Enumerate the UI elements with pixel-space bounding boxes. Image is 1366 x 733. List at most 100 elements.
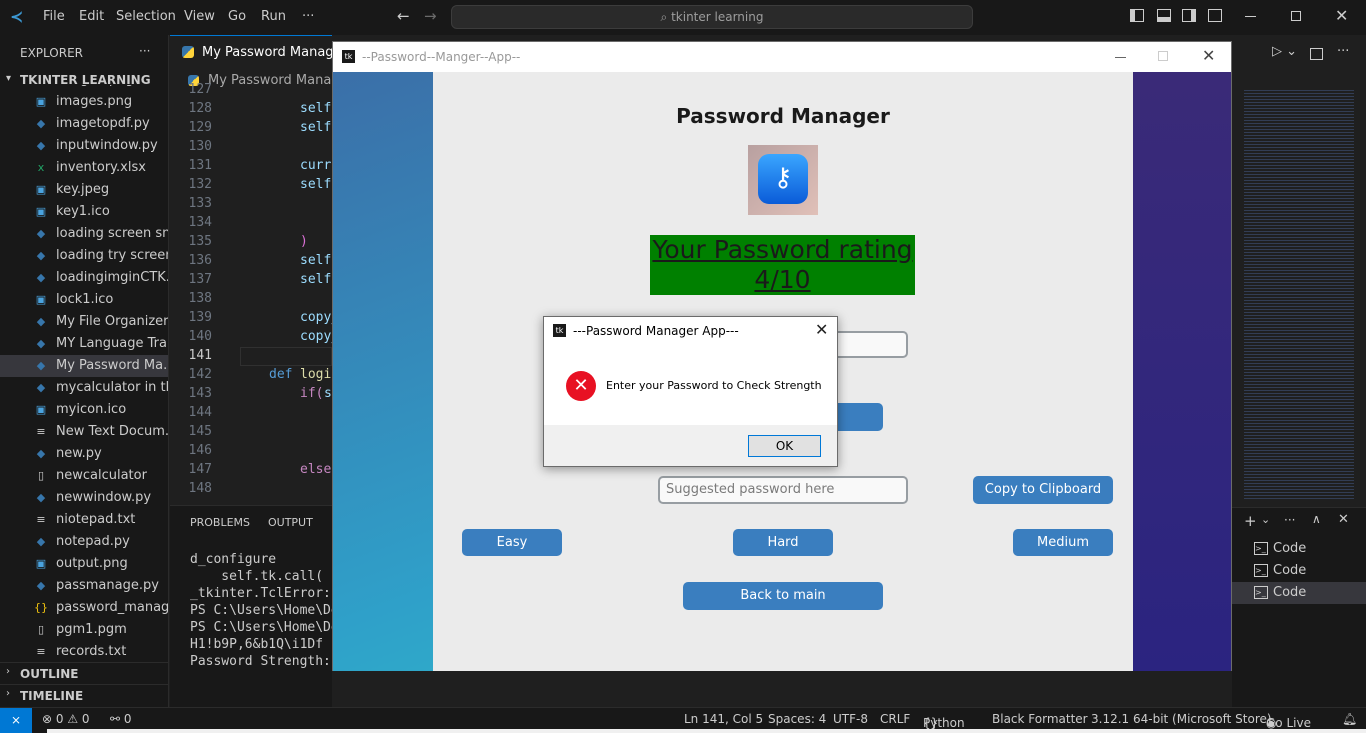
ports-indicator[interactable]: ⚯ 0 bbox=[110, 712, 132, 726]
dialog-title: ---Password Manager App--- bbox=[573, 324, 739, 338]
back-to-main-button[interactable]: Back to main bbox=[683, 582, 883, 610]
tab-problems[interactable]: PROBLEMS bbox=[190, 516, 250, 529]
cursor-position[interactable]: Ln 141, Col 5 bbox=[684, 712, 763, 726]
explorer-file-item[interactable]: ▣ key1.ico bbox=[0, 201, 168, 223]
problems-indicator[interactable]: ⊗ 0 ⚠ 0 bbox=[42, 712, 90, 726]
explorer-more-icon[interactable]: ··· bbox=[139, 44, 150, 58]
notifications-bell-icon[interactable]: 🔔︎ bbox=[1342, 712, 1357, 726]
explorer-file-item[interactable]: ◆ imagetopdf.py bbox=[0, 113, 168, 135]
image-file-icon: ▣ bbox=[35, 205, 47, 218]
timeline-section[interactable]: › TIMELINE bbox=[0, 684, 169, 706]
title-bar: ≺ File Edit Selection View Go Run ··· ← … bbox=[0, 0, 1366, 35]
command-center-search[interactable]: ⌕ tkinter learning bbox=[451, 5, 973, 29]
close-panel-icon[interactable]: ✕ bbox=[1338, 512, 1349, 527]
menu-selection[interactable]: Selection bbox=[116, 9, 176, 24]
explorer-file-item[interactable]: ▣ images.png bbox=[0, 91, 168, 113]
close-icon[interactable]: ✕ bbox=[815, 320, 828, 339]
explorer-file-item[interactable]: ◆ newwindow.py bbox=[0, 487, 168, 509]
terminal-panel[interactable]: PROBLEMS OUTPUT d_configure self.tk.call… bbox=[170, 505, 332, 707]
split-editor-icon[interactable] bbox=[1310, 48, 1323, 60]
explorer-file-item[interactable]: ◆ inputwindow.py bbox=[0, 135, 168, 157]
chevron-down-icon[interactable]: ▾ bbox=[6, 73, 11, 84]
medium-button[interactable]: Medium bbox=[1013, 529, 1113, 556]
explorer-file-item[interactable]: ≡ records.txt bbox=[0, 641, 168, 662]
menu-file[interactable]: File bbox=[43, 9, 65, 24]
more-actions-icon[interactable]: ··· bbox=[1337, 44, 1349, 59]
terminal-line: self.tk.call( bbox=[190, 569, 324, 584]
python-interpreter[interactable]: 3.12.1 64-bit (Microsoft Store) bbox=[1091, 712, 1272, 726]
restore-icon[interactable] bbox=[1291, 11, 1301, 21]
explorer-file-item[interactable]: ◆ My File Organizer.... bbox=[0, 311, 168, 333]
encoding[interactable]: UTF-8 bbox=[833, 712, 868, 726]
password-rating-banner: Your Password rating 4/10 bbox=[650, 235, 915, 295]
explorer-file-item[interactable]: ◆ new.py bbox=[0, 443, 168, 465]
hard-button[interactable]: Hard bbox=[733, 529, 833, 556]
chevron-down-icon[interactable]: ⌄ bbox=[1261, 513, 1270, 526]
explorer-file-item[interactable]: {} password_manag... bbox=[0, 597, 168, 619]
ok-button[interactable]: OK bbox=[748, 435, 821, 457]
explorer-file-item[interactable]: ◆ loading try screen... bbox=[0, 245, 168, 267]
minimap[interactable]: ▷ ⌄ ··· bbox=[1232, 44, 1366, 507]
explorer-file-item[interactable]: ◆ mycalculator in tk... bbox=[0, 377, 168, 399]
terminal-item[interactable]: >_ Code bbox=[1232, 538, 1366, 560]
file-name: New Text Docum... bbox=[56, 424, 168, 439]
code-line-131: curr bbox=[300, 158, 332, 173]
explorer-file-item[interactable]: ▯ newcalculator bbox=[0, 465, 168, 487]
copy-to-clipboard-button[interactable]: Copy to Clipboard bbox=[973, 476, 1113, 504]
explorer-file-item[interactable]: ◆ My Password Ma... bbox=[0, 355, 168, 377]
chevron-right-icon: › bbox=[6, 666, 10, 677]
menu-run[interactable]: Run bbox=[261, 9, 286, 24]
minimize-icon[interactable] bbox=[1245, 16, 1256, 17]
close-icon[interactable]: ✕ bbox=[1335, 6, 1348, 25]
line-endings[interactable]: CRLF bbox=[880, 712, 910, 726]
explorer-file-item[interactable]: ▯ pgm1.pgm bbox=[0, 619, 168, 641]
terminal-item-active[interactable]: >_ Code bbox=[1232, 582, 1366, 604]
menu-edit[interactable]: Edit bbox=[79, 9, 104, 24]
suggested-password-placeholder: Suggested password here bbox=[666, 482, 835, 497]
terminal-item[interactable]: >_ Code bbox=[1232, 560, 1366, 582]
back-arrow-icon[interactable]: ← bbox=[397, 7, 410, 25]
python-file-icon: ◆ bbox=[36, 249, 46, 262]
explorer-file-item[interactable]: ◆ passmanage.py bbox=[0, 575, 168, 597]
more-icon[interactable]: ··· bbox=[1284, 513, 1295, 527]
remote-indicator[interactable]: ⨯ bbox=[0, 708, 32, 733]
line-number: 137 bbox=[188, 272, 212, 287]
file-name: inventory.xlsx bbox=[56, 160, 146, 175]
explorer-file-item[interactable]: ≡ New Text Docum... bbox=[0, 421, 168, 443]
tab-label: My Password Manager bbox=[202, 45, 347, 60]
close-icon[interactable]: ✕ bbox=[1202, 46, 1215, 65]
explorer-file-item[interactable]: ▣ output.png bbox=[0, 553, 168, 575]
explorer-file-item[interactable]: ◆ loadingimginCTK.... bbox=[0, 267, 168, 289]
maximize-panel-icon[interactable]: ∧ bbox=[1312, 512, 1321, 526]
file-name: myicon.ico bbox=[56, 402, 127, 417]
menu-go[interactable]: Go bbox=[228, 9, 246, 24]
run-button[interactable]: ▷ ⌄ bbox=[1272, 44, 1297, 59]
toggle-panel-icon[interactable] bbox=[1157, 9, 1171, 22]
menu-view[interactable]: View bbox=[184, 9, 215, 24]
explorer-file-item[interactable]: ≡ niotepad.txt bbox=[0, 509, 168, 531]
customize-layout-icon[interactable] bbox=[1208, 9, 1222, 22]
explorer-file-item[interactable]: ▣ myicon.ico bbox=[0, 399, 168, 421]
explorer-file-item[interactable]: ◆ notepad.py bbox=[0, 531, 168, 553]
timeline-label: TIMELINE bbox=[20, 689, 84, 703]
toggle-sidebar-icon[interactable] bbox=[1130, 9, 1144, 22]
minimize-icon[interactable] bbox=[1115, 57, 1126, 58]
formatter[interactable]: Black Formatter bbox=[992, 712, 1088, 726]
outline-section[interactable]: › OUTLINE bbox=[0, 662, 169, 684]
explorer-file-item[interactable]: ◆ MY Language Tra... bbox=[0, 333, 168, 355]
file-name: niotepad.txt bbox=[56, 512, 136, 527]
tab-output[interactable]: OUTPUT bbox=[268, 516, 313, 529]
explorer-file-item[interactable]: ▣ key.jpeg bbox=[0, 179, 168, 201]
menu-more[interactable]: ··· bbox=[302, 9, 314, 24]
easy-button[interactable]: Easy bbox=[462, 529, 562, 556]
explorer-file-item[interactable]: x inventory.xlsx bbox=[0, 157, 168, 179]
toggle-secondary-sidebar-icon[interactable] bbox=[1182, 9, 1196, 22]
indentation[interactable]: Spaces: 4 bbox=[768, 712, 826, 726]
forward-arrow-icon[interactable]: → bbox=[424, 7, 437, 25]
terminal-label: Code bbox=[1273, 563, 1307, 578]
explorer-file-item[interactable]: ◆ loading screen sni... bbox=[0, 223, 168, 245]
explorer-file-item[interactable]: ▣ lock1.ico bbox=[0, 289, 168, 311]
editor-tab[interactable]: My Password Manager bbox=[170, 35, 347, 70]
new-terminal-icon[interactable]: + bbox=[1244, 512, 1257, 530]
suggested-password-field[interactable]: Suggested password here bbox=[658, 476, 908, 504]
